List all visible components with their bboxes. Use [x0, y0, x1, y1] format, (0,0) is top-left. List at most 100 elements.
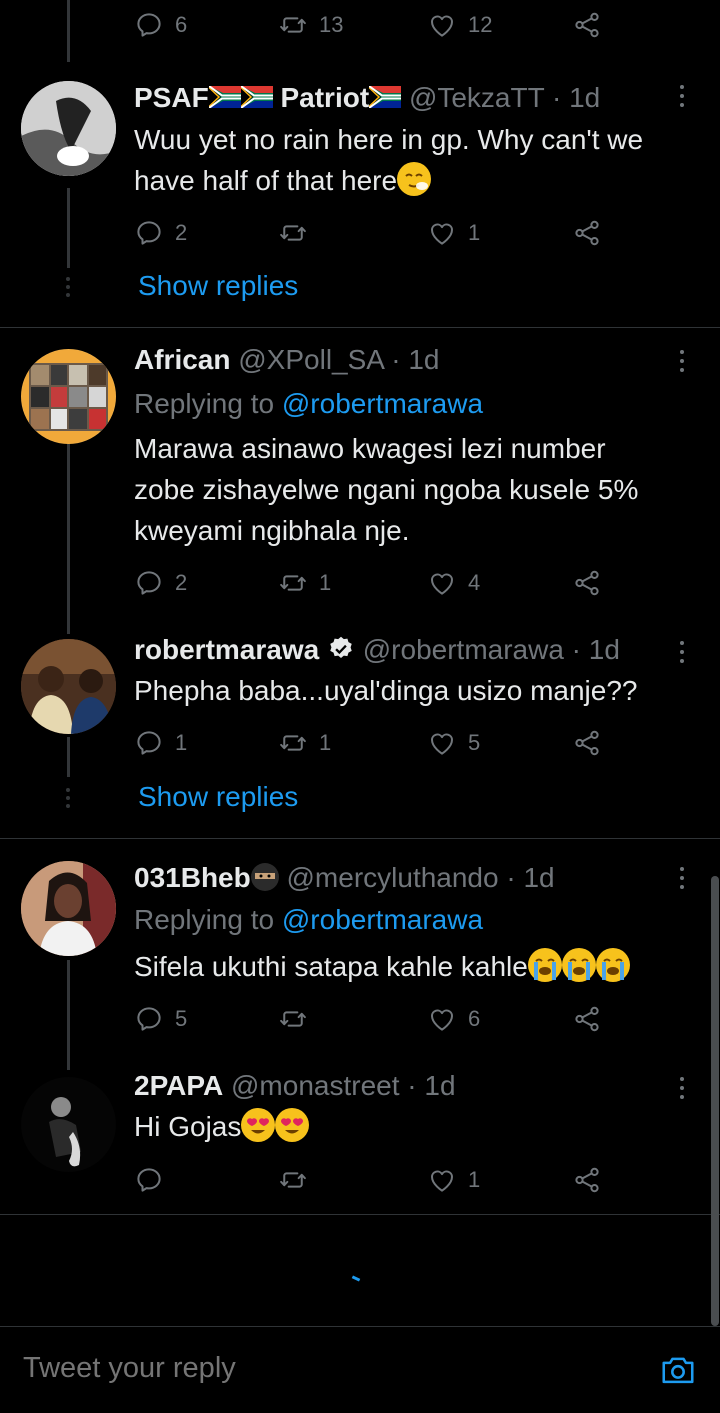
- retweet-icon: [278, 568, 308, 598]
- share-button[interactable]: [572, 215, 602, 251]
- share-icon: [572, 1165, 602, 1195]
- retweet-count: 13: [319, 12, 344, 37]
- tweet-text: Sifela ukuthi satapa kahle kahle: [134, 946, 630, 987]
- reply-icon: [134, 218, 164, 248]
- like-button[interactable]: 5: [427, 725, 480, 761]
- tweet-line: Phepha baba...uyal'dinga usizo manje??: [134, 675, 638, 706]
- timestamp[interactable]: 1d: [408, 344, 439, 375]
- retweet-count: 1: [319, 730, 332, 755]
- retweet-icon: [278, 728, 308, 758]
- retweet-count: 1: [319, 570, 332, 595]
- verified-badge-icon: [330, 636, 352, 658]
- heart-eyes-emoji: [241, 1108, 276, 1142]
- like-button[interactable]: 1: [427, 1162, 480, 1198]
- more-options-button[interactable]: [680, 641, 686, 668]
- reply-button[interactable]: 1: [134, 725, 187, 761]
- avatar-image: [21, 1077, 116, 1172]
- share-icon: [572, 728, 602, 758]
- tweet-header: 031Bheb @mercyluthando · 1d: [134, 862, 555, 894]
- timestamp[interactable]: 1d: [569, 82, 600, 113]
- tweet-actions: 2 1 4: [134, 565, 614, 601]
- display-name[interactable]: robertmarawa: [134, 634, 319, 665]
- loudly-crying-face-emoji: [527, 948, 562, 982]
- divider: [0, 838, 720, 839]
- like-button[interactable]: 12: [427, 7, 492, 43]
- like-button[interactable]: 6: [427, 1001, 480, 1037]
- more-options-button[interactable]: [680, 350, 686, 377]
- share-button[interactable]: [572, 7, 602, 43]
- like-count: 4: [468, 570, 481, 595]
- reply-button[interactable]: 6: [134, 7, 187, 43]
- thread-line: [67, 434, 70, 634]
- share-button[interactable]: [572, 725, 602, 761]
- display-name[interactable]: PSAF: [134, 82, 209, 113]
- show-replies-link[interactable]: Show replies: [138, 270, 298, 302]
- user-handle[interactable]: @robertmarawa: [363, 634, 564, 665]
- retweet-button[interactable]: 13: [278, 7, 343, 43]
- reply-button[interactable]: 5: [134, 1001, 187, 1037]
- avatar[interactable]: [21, 349, 116, 444]
- reply-count: 5: [175, 1006, 188, 1031]
- tweet-line: Hi Gojas: [134, 1106, 310, 1147]
- share-button[interactable]: [572, 565, 602, 601]
- like-button[interactable]: 4: [427, 565, 480, 601]
- user-handle[interactable]: @mercyluthando: [287, 862, 499, 893]
- avatar[interactable]: [21, 1077, 116, 1172]
- user-handle[interactable]: @monastreet: [231, 1070, 400, 1101]
- sa-flag-icon: [241, 86, 273, 108]
- tweet-actions: 2 1: [134, 215, 614, 251]
- timestamp[interactable]: 1d: [589, 634, 620, 665]
- reply-count: 2: [175, 570, 188, 595]
- avatar[interactable]: [21, 639, 116, 734]
- heart-icon: [427, 10, 457, 40]
- avatar[interactable]: [21, 861, 116, 956]
- heart-icon: [427, 1165, 457, 1195]
- avatar[interactable]: [21, 81, 116, 176]
- mention-link[interactable]: @robertmarawa: [282, 904, 483, 935]
- user-handle[interactable]: @TekzaTT: [409, 82, 544, 113]
- retweet-button[interactable]: [278, 215, 319, 251]
- tweet-line: Sifela ukuthi satapa kahle kahle: [134, 946, 630, 987]
- thread-ellipsis: [66, 277, 72, 301]
- share-icon: [572, 218, 602, 248]
- retweet-icon: [278, 218, 308, 248]
- timestamp[interactable]: 1d: [424, 1070, 455, 1101]
- reply-count: 1: [175, 730, 188, 755]
- reply-composer: [0, 1326, 720, 1413]
- reply-icon: [134, 10, 164, 40]
- more-options-button[interactable]: [680, 1077, 686, 1104]
- reply-count: 6: [175, 12, 188, 37]
- share-icon: [572, 10, 602, 40]
- retweet-button[interactable]: [278, 1162, 319, 1198]
- retweet-button[interactable]: 1: [278, 565, 331, 601]
- timestamp[interactable]: 1d: [523, 862, 554, 893]
- reply-input[interactable]: [21, 1351, 625, 1386]
- tweet-header: PSAF Patriot @TekzaTT · 1d: [134, 82, 600, 114]
- retweet-button[interactable]: [278, 1001, 319, 1037]
- tweet-header: robertmarawa @robertmarawa · 1d: [134, 634, 620, 666]
- reply-button[interactable]: 2: [134, 565, 187, 601]
- more-options-button[interactable]: [680, 85, 686, 112]
- tweet-header: African @XPoll_SA · 1d: [134, 344, 439, 376]
- display-name[interactable]: 031Bheb: [134, 862, 251, 893]
- tweet-actions: 6 13 12: [134, 7, 614, 43]
- more-options-button[interactable]: [680, 867, 686, 894]
- share-button[interactable]: [572, 1001, 602, 1037]
- like-button[interactable]: 1: [427, 215, 480, 251]
- reply-button[interactable]: 2: [134, 215, 187, 251]
- like-count: 1: [468, 1167, 481, 1192]
- reply-button[interactable]: [134, 1162, 175, 1198]
- tweet-text: Marawa asinawo kwagesi lezi number zobe …: [134, 428, 638, 551]
- share-button[interactable]: [572, 1162, 602, 1198]
- scrollbar-thumb[interactable]: [711, 876, 719, 1326]
- replying-to: Replying to @robertmarawa: [134, 904, 483, 936]
- heart-icon: [427, 728, 457, 758]
- camera-button[interactable]: [659, 1351, 697, 1389]
- user-handle[interactable]: @XPoll_SA: [238, 344, 383, 375]
- show-replies-link[interactable]: Show replies: [138, 781, 298, 813]
- tweet-line: zobe zishayelwe ngani ngoba kusele 5%: [134, 474, 639, 505]
- display-name[interactable]: 2PAPA: [134, 1070, 223, 1101]
- retweet-button[interactable]: 1: [278, 725, 331, 761]
- display-name[interactable]: African: [134, 344, 230, 375]
- mention-link[interactable]: @robertmarawa: [282, 388, 483, 419]
